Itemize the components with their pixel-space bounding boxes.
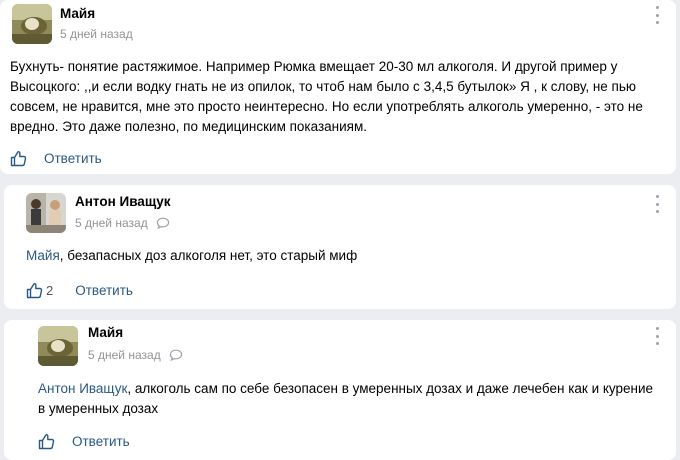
more-options-icon[interactable]	[656, 195, 660, 213]
comment-actions: Ответить	[38, 433, 130, 450]
comment-actions: Ответить	[10, 150, 102, 167]
like-count: 2	[46, 283, 54, 298]
comment-author[interactable]: Майя	[88, 325, 123, 340]
comment-time-text[interactable]: 5 дней назад	[88, 348, 161, 362]
comment-time[interactable]: 5 дней назад	[60, 27, 133, 41]
reply-button[interactable]: Ответить	[75, 283, 133, 298]
reply-button[interactable]: Ответить	[72, 434, 130, 449]
comment-author[interactable]: Антон Иващук	[75, 194, 170, 209]
mention-link[interactable]: Майя	[26, 248, 60, 263]
comment-card: Майя 5 дней назад Антон Иващук, алкоголь…	[4, 320, 676, 460]
comment-time-text[interactable]: 5 дней назад	[60, 27, 133, 41]
avatar[interactable]	[38, 326, 78, 366]
comment-text: Бухнуть- понятие растяжимое. Например Рю…	[10, 59, 643, 134]
like-icon	[10, 151, 27, 167]
avatar[interactable]	[12, 4, 52, 44]
comment-time[interactable]: 5 дней назад	[75, 216, 170, 230]
comment-text: Майя, безапасных доз алкоголя нет, это с…	[26, 246, 666, 266]
more-options-icon[interactable]	[656, 6, 660, 24]
comment-card: Майя 5 дней назад Бухнуть- понятие растя…	[0, 0, 676, 174]
comment-card: Антон Иващук 5 дней назад Майя, безапасн…	[4, 185, 676, 309]
comment-time-text[interactable]: 5 дней назад	[75, 216, 148, 230]
comment-author[interactable]: Майя	[60, 6, 95, 21]
like-button[interactable]	[10, 150, 30, 167]
like-icon	[26, 283, 43, 299]
like-icon	[38, 434, 55, 450]
more-options-icon[interactable]	[656, 327, 660, 345]
reply-thread-icon[interactable]	[169, 349, 183, 361]
avatar[interactable]	[26, 193, 66, 233]
mention-link[interactable]: Антон Иващук	[38, 381, 127, 396]
comment-actions: 2 Ответить	[26, 282, 133, 299]
comment-text-body: , алкоголь сам по себе безопасен в умере…	[38, 381, 654, 416]
like-button[interactable]	[38, 433, 58, 450]
reply-button[interactable]: Ответить	[44, 151, 102, 166]
comment-text: Антон Иващук, алкоголь сам по себе безоп…	[38, 379, 658, 419]
like-button[interactable]: 2	[26, 282, 53, 299]
comment-text-body: , безапасных доз алкоголя нет, это стары…	[59, 248, 358, 263]
comment-time[interactable]: 5 дней назад	[88, 348, 183, 362]
reply-thread-icon[interactable]	[156, 217, 170, 229]
